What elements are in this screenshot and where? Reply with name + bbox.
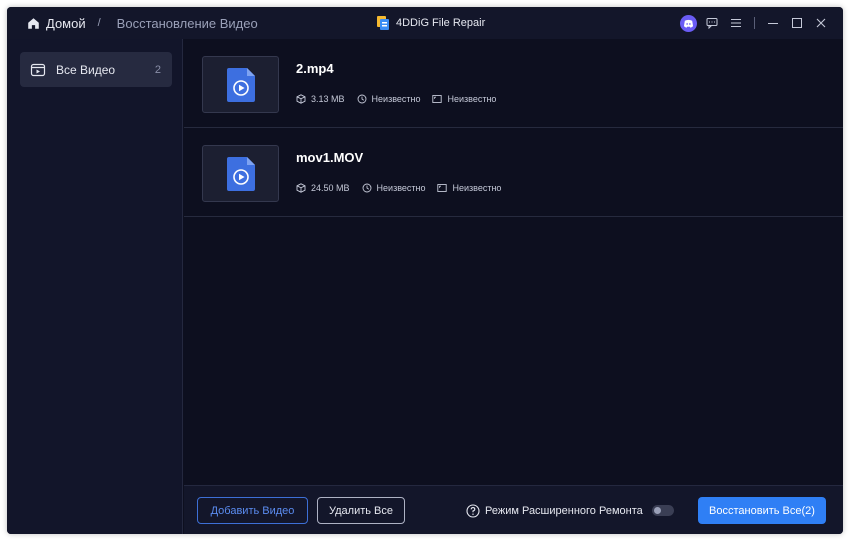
- video-file-icon: [226, 67, 255, 102]
- title-bar: Домой / Восстановление Видео 4DDiG File …: [7, 7, 843, 39]
- home-icon: [28, 17, 39, 29]
- file-meta: 3.13 MB Неизвестно Неизвестно: [296, 94, 508, 104]
- discord-icon: [679, 14, 697, 32]
- minimize-button[interactable]: [761, 11, 785, 35]
- advanced-repair-mode: Режим Расширенного Ремонта: [466, 497, 674, 524]
- window-controls: [676, 7, 833, 39]
- file-thumbnail: [202, 145, 279, 202]
- sidebar-item-all-videos[interactable]: Все Видео 2: [20, 52, 172, 87]
- maximize-icon: [792, 18, 802, 28]
- file-duration: Неизвестно: [357, 94, 421, 104]
- file-row[interactable]: mov1.MOV 24.50 MB Неизвестно Неизвестно: [184, 128, 843, 217]
- minimize-icon: [768, 23, 778, 24]
- add-video-button[interactable]: Добавить Видео: [197, 497, 308, 524]
- file-resolution-value: Неизвестно: [447, 94, 497, 104]
- home-label: Домой: [46, 15, 86, 31]
- delete-all-button[interactable]: Удалить Все: [317, 497, 405, 524]
- file-resolution-value: Неизвестно: [452, 183, 502, 193]
- bottom-bar: Добавить Видео Удалить Все Режим Расшире…: [184, 485, 843, 534]
- close-icon: [816, 18, 826, 28]
- app-window: Домой / Восстановление Видео 4DDiG File …: [7, 7, 843, 534]
- file-size-value: 24.50 MB: [311, 183, 350, 193]
- maximize-button[interactable]: [785, 11, 809, 35]
- sidebar-item-count: 2: [154, 63, 161, 76]
- discord-button[interactable]: [676, 11, 700, 35]
- file-list: 2.mp4 3.13 MB Неизвестно Неизвестно mov1…: [184, 39, 843, 485]
- app-title-text: 4DDiG File Repair: [396, 17, 486, 29]
- breadcrumb: Домой / Восстановление Видео: [27, 16, 258, 31]
- help-icon[interactable]: [466, 503, 480, 518]
- file-resolution: Неизвестно: [437, 183, 501, 193]
- file-name: mov1.MOV: [296, 150, 364, 165]
- feedback-button[interactable]: [700, 11, 724, 35]
- file-size: 24.50 MB: [296, 183, 350, 193]
- advanced-repair-toggle[interactable]: [651, 505, 674, 516]
- file-name: 2.mp4: [296, 61, 334, 76]
- app-title: 4DDiG File Repair: [376, 7, 485, 39]
- box-icon: [296, 94, 306, 104]
- close-button[interactable]: [809, 11, 833, 35]
- file-thumbnail: [202, 56, 279, 113]
- file-duration-value: Неизвестно: [371, 94, 421, 104]
- file-meta: 24.50 MB Неизвестно Неизвестно: [296, 183, 513, 193]
- feedback-icon: [706, 18, 718, 29]
- controls-divider: [754, 17, 755, 29]
- clock-icon: [362, 183, 371, 193]
- app-logo-icon: [377, 16, 389, 30]
- menu-icon: [731, 19, 741, 27]
- sidebar: Все Видео 2: [7, 39, 183, 534]
- sidebar-item-label: Все Видео: [56, 62, 116, 77]
- box-icon: [296, 183, 306, 193]
- resolution-icon: [437, 184, 448, 192]
- breadcrumb-current: Восстановление Видео: [116, 15, 258, 31]
- home-link[interactable]: Домой: [27, 16, 86, 31]
- file-row[interactable]: 2.mp4 3.13 MB Неизвестно Неизвестно: [184, 39, 843, 128]
- resolution-icon: [432, 95, 443, 103]
- breadcrumb-separator: /: [97, 17, 101, 29]
- clock-icon: [357, 94, 366, 104]
- menu-button[interactable]: [724, 11, 748, 35]
- file-size: 3.13 MB: [296, 94, 345, 104]
- file-duration: Неизвестно: [362, 183, 426, 193]
- file-duration-value: Неизвестно: [376, 183, 426, 193]
- video-folder-icon: [30, 63, 46, 76]
- repair-all-button[interactable]: Восстановить Все(2): [698, 497, 826, 524]
- advanced-repair-label: Режим Расширенного Ремонта: [485, 504, 643, 517]
- file-size-value: 3.13 MB: [311, 94, 345, 104]
- video-file-icon: [226, 156, 255, 191]
- file-resolution: Неизвестно: [432, 94, 496, 104]
